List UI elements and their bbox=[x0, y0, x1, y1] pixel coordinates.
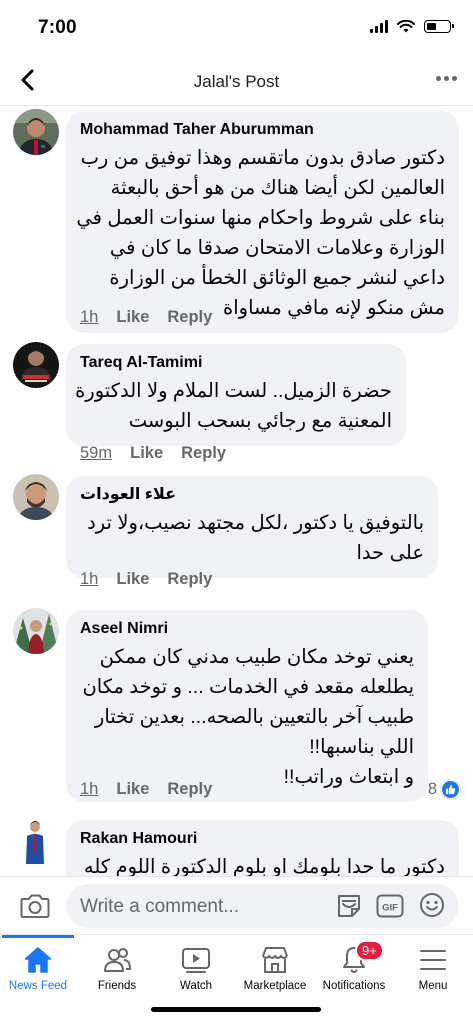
commenter-name[interactable]: Aseel Nimri bbox=[80, 619, 414, 639]
watch-icon bbox=[181, 945, 211, 975]
commenter-name[interactable]: Mohammad Taher Aburumman bbox=[80, 120, 445, 140]
home-icon bbox=[23, 945, 53, 975]
comment-timestamp[interactable]: 1h bbox=[80, 308, 98, 327]
reaction-count: 8 bbox=[427, 780, 437, 798]
comment-bubble[interactable]: Mohammad Taher Aburumman دكتور صادق بدون… bbox=[66, 111, 459, 333]
tab-watch[interactable]: Watch bbox=[156, 945, 236, 992]
comment-line: يعني توخد مكان طبيب مدني كان ممكن bbox=[99, 646, 414, 668]
reaction-summary[interactable]: 8 bbox=[428, 780, 460, 799]
emoji-button[interactable] bbox=[419, 892, 445, 918]
gif-icon: GIF bbox=[376, 894, 404, 918]
avatar[interactable] bbox=[13, 474, 59, 520]
page-title: Jalal's Post bbox=[193, 72, 280, 91]
comment-line: حضرة الزميل.. لست الملام ولا الدكتورة bbox=[75, 380, 392, 402]
commenter-name[interactable]: علاء العودات bbox=[80, 485, 424, 505]
active-tab-indicator bbox=[2, 935, 74, 938]
marketplace-icon bbox=[260, 945, 290, 975]
like-button[interactable]: Like bbox=[116, 308, 149, 327]
comment-line: بناء على شروط واحكام منها سنوات العمل في bbox=[76, 207, 445, 229]
reply-button[interactable]: Reply bbox=[167, 308, 212, 327]
comment-line: اللي بناسبها!! bbox=[309, 736, 414, 758]
comment-text: دكتور ما حدا بلومك او بلوم الدكتورة اللو… bbox=[80, 852, 445, 876]
camera-icon bbox=[20, 894, 50, 918]
commenter-name[interactable]: Rakan Hamouri bbox=[80, 829, 445, 849]
avatar[interactable] bbox=[24, 818, 46, 864]
like-button[interactable]: Like bbox=[116, 780, 149, 799]
comments-list[interactable]: Mohammad Taher Aburumman دكتور صادق بدون… bbox=[0, 106, 473, 876]
comment-line: داعي لنشر جميع الوثائق الخطأ من الوزارة bbox=[109, 267, 445, 289]
avatar[interactable] bbox=[13, 109, 59, 155]
wifi-icon bbox=[397, 20, 415, 33]
tab-label: Marketplace bbox=[243, 980, 307, 992]
comment-actions: 1h Like Reply bbox=[80, 308, 212, 327]
post-header: Jalal's Post bbox=[0, 56, 473, 106]
tab-label: Watch bbox=[179, 980, 213, 992]
comment-text: بالتوفيق يا دكتور ،لكل مجتهد نصيب،ولا تر… bbox=[80, 508, 424, 568]
comment-text: حضرة الزميل.. لست الملام ولا الدكتورة ال… bbox=[75, 376, 392, 436]
comment-line: يطلعله مقعد في الخدمات ... و توخد مكان bbox=[82, 676, 414, 698]
comment-line: المعنية مع رجائي بسحب البوست bbox=[128, 410, 392, 432]
tab-news-feed[interactable]: News Feed bbox=[0, 945, 78, 992]
comment-actions: 1h Like Reply bbox=[80, 570, 212, 589]
comment-actions: 1h Like Reply bbox=[80, 780, 212, 799]
more-options-button[interactable] bbox=[436, 76, 457, 81]
avatar[interactable] bbox=[13, 608, 59, 654]
tab-label: News Feed bbox=[8, 980, 68, 992]
comment-line: بالتوفيق يا دكتور ،لكل مجتهد نصيب،ولا تر… bbox=[87, 512, 424, 534]
comment-timestamp[interactable]: 59m bbox=[80, 444, 112, 463]
reply-button[interactable]: Reply bbox=[181, 444, 226, 463]
cellular-signal-icon bbox=[370, 20, 388, 33]
svg-text:GIF: GIF bbox=[382, 903, 398, 914]
notification-badge: 9+ bbox=[355, 940, 384, 961]
friends-icon bbox=[102, 945, 132, 975]
tab-notifications[interactable]: 9+ Notifications bbox=[314, 940, 394, 992]
tab-label: Notifications bbox=[322, 980, 386, 992]
sticker-button[interactable] bbox=[335, 892, 363, 920]
comment-text: يعني توخد مكان طبيب مدني كان ممكن يطلعله… bbox=[80, 642, 414, 792]
reply-button[interactable]: Reply bbox=[167, 780, 212, 799]
tab-menu[interactable]: Menu bbox=[393, 945, 473, 992]
like-reaction-icon bbox=[441, 780, 460, 799]
menu-icon bbox=[418, 945, 448, 975]
commenter-name[interactable]: Tareq Al-Tamimi bbox=[80, 353, 392, 373]
tab-marketplace[interactable]: Marketplace bbox=[235, 945, 315, 992]
reply-button[interactable]: Reply bbox=[167, 570, 212, 589]
status-time: 7:00 bbox=[38, 17, 77, 38]
comment-bubble[interactable]: Aseel Nimri يعني توخد مكان طبيب مدني كان… bbox=[66, 610, 428, 802]
tab-label: Friends bbox=[97, 980, 137, 992]
comment-line: دكتور ما حدا بلومك او بلوم الدكتورة اللو… bbox=[83, 856, 445, 876]
comment-actions: 59m Like Reply bbox=[80, 444, 226, 463]
like-button[interactable]: Like bbox=[130, 444, 163, 463]
comment-line: دكتور صادق بدون ماتقسم وهذا توفيق من رب bbox=[80, 147, 445, 169]
home-indicator bbox=[151, 1007, 321, 1012]
comment-bubble[interactable]: Tareq Al-Tamimi حضرة الزميل.. لست الملام… bbox=[66, 344, 406, 446]
comment-line: على حدا bbox=[356, 542, 424, 564]
comment-input-placeholder[interactable]: Write a comment... bbox=[80, 896, 239, 918]
comment-timestamp[interactable]: 1h bbox=[80, 570, 98, 589]
sticker-icon bbox=[338, 895, 360, 917]
status-icons bbox=[370, 20, 454, 33]
comment-line: العالمين لكن أيضا هناك من هو أحق بالبعثة bbox=[110, 177, 445, 199]
comment-line: الوزارة وعلامات الامتحان صدقا ما كان في bbox=[109, 237, 445, 259]
battery-icon bbox=[424, 20, 454, 33]
comment-bubble[interactable]: علاء العودات بالتوفيق يا دكتور ،لكل مجته… bbox=[66, 476, 438, 578]
like-button[interactable]: Like bbox=[116, 570, 149, 589]
comment-timestamp[interactable]: 1h bbox=[80, 780, 98, 799]
avatar[interactable] bbox=[13, 342, 59, 388]
comment-text: دكتور صادق بدون ماتقسم وهذا توفيق من رب … bbox=[76, 143, 445, 323]
comment-composer: Write a comment... GIF bbox=[0, 876, 473, 934]
tab-label: Menu bbox=[418, 980, 448, 992]
camera-button[interactable] bbox=[20, 893, 50, 919]
comment-line: طبيب آخر بالتعيين بالصحه... بعدين تختار bbox=[94, 706, 414, 728]
tab-friends[interactable]: Friends bbox=[77, 945, 157, 992]
gif-button[interactable]: GIF bbox=[376, 893, 404, 919]
status-bar: 7:00 bbox=[0, 0, 473, 56]
emoji-icon bbox=[420, 893, 444, 917]
bell-icon: 9+ bbox=[339, 940, 384, 975]
comment-bubble[interactable]: Rakan Hamouri دكتور ما حدا بلومك او بلوم… bbox=[66, 820, 459, 876]
